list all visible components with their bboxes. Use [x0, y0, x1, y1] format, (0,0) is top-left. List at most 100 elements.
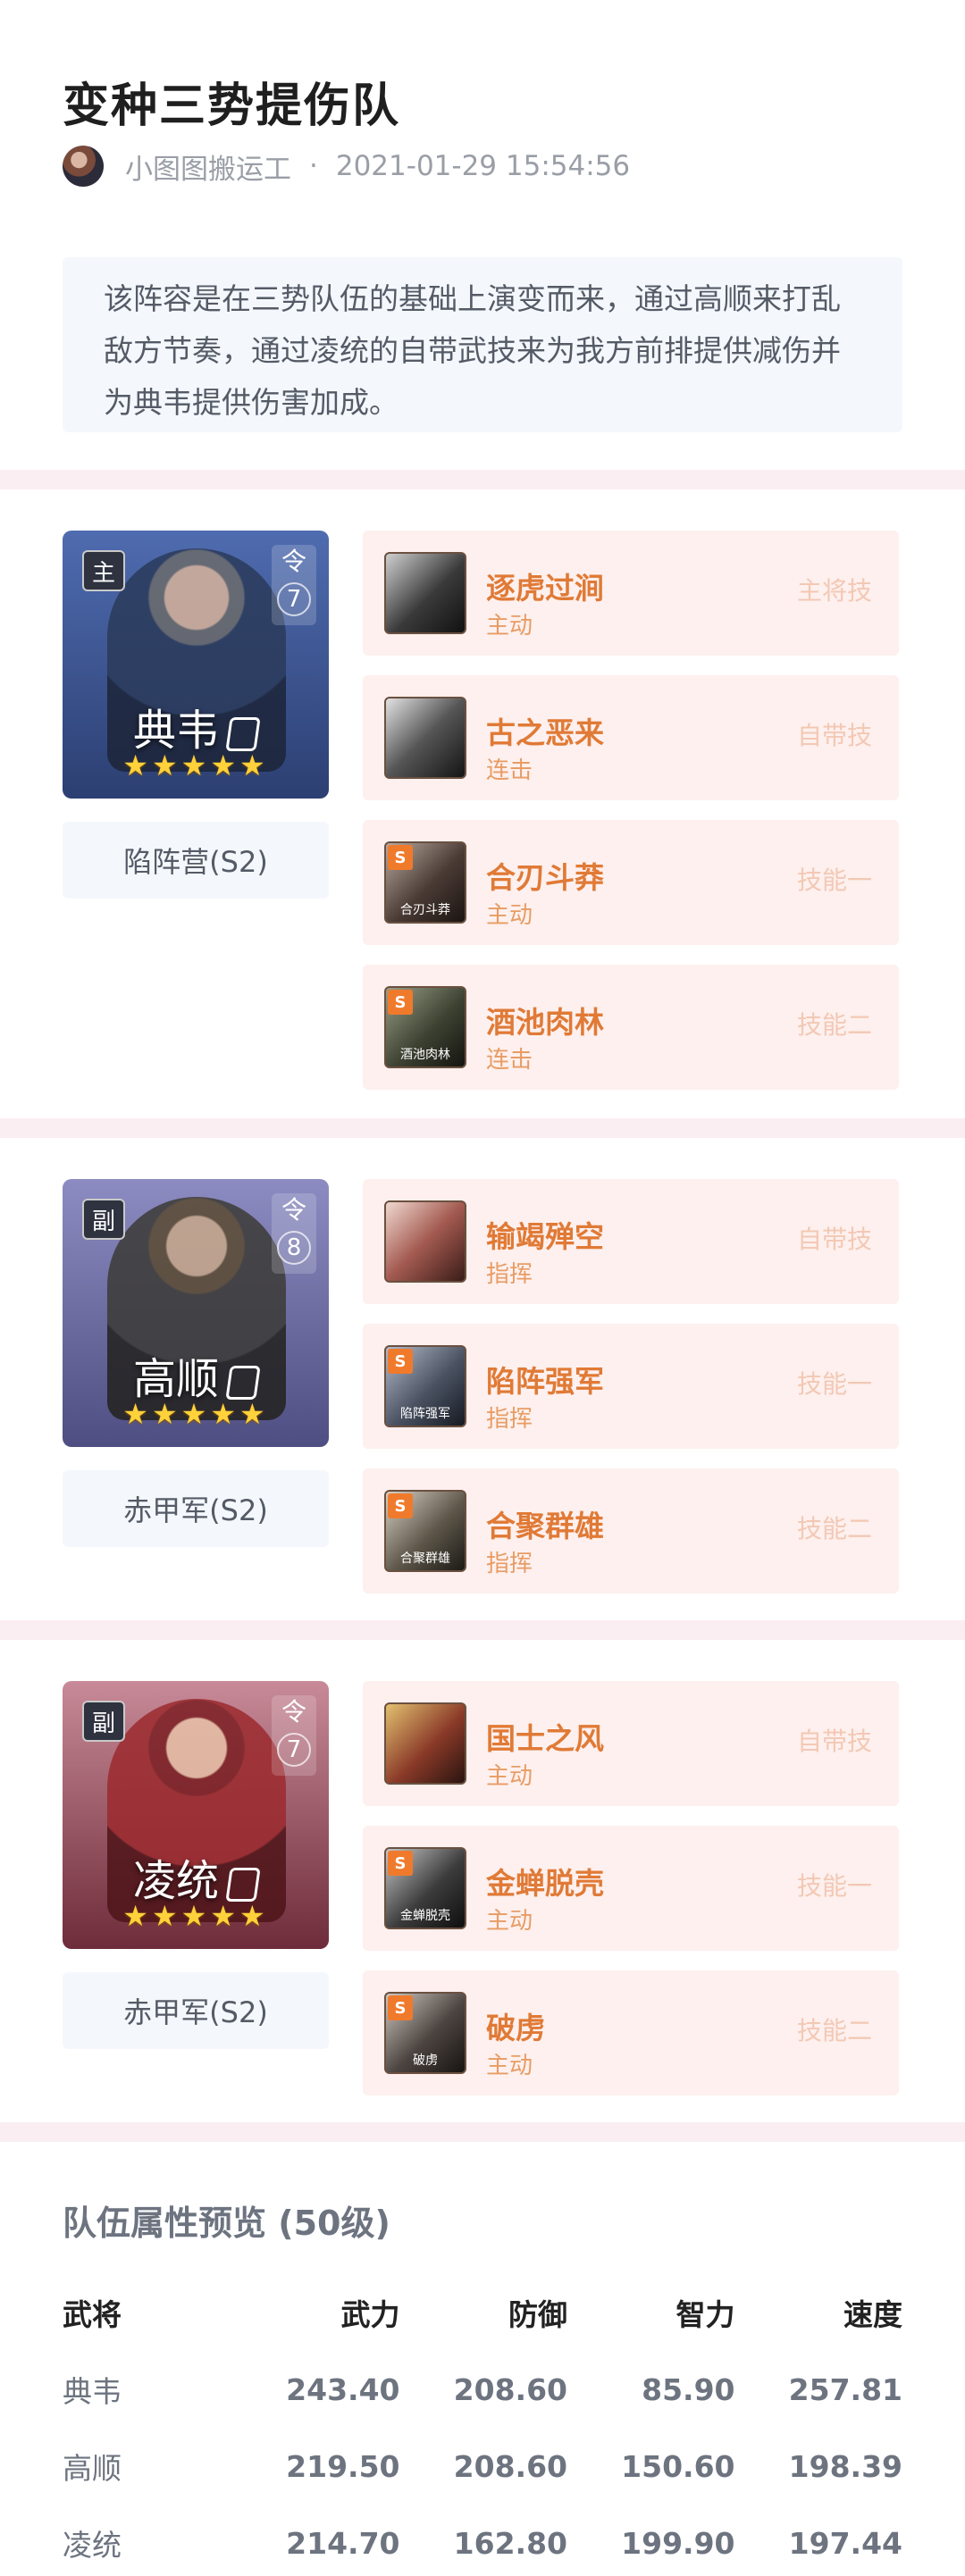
- skill-icon-caption: 酒池肉林: [400, 1048, 450, 1062]
- header-intellect: 智力: [676, 2297, 735, 2332]
- hero-card-lingtong[interactable]: 副 令7 凌统 ★★★★★: [63, 1681, 329, 1949]
- skill-type: 指挥: [486, 1406, 533, 1433]
- skill-name: 合刃斗莽: [486, 860, 604, 895]
- stat-speed: 197.44: [788, 2525, 902, 2561]
- skill-slot: 自带技: [796, 721, 872, 750]
- skill-name: 酒池肉林: [486, 1005, 604, 1040]
- command-number: 8: [277, 1231, 311, 1265]
- skill-slot: 技能一: [796, 866, 872, 895]
- stat-defense: 208.60: [453, 2448, 567, 2484]
- army-type: 陷阵营(S2): [63, 822, 329, 899]
- command-badge: 令7: [272, 1695, 316, 1776]
- kit-icon: [225, 1867, 261, 1902]
- skill-icon: [384, 1702, 466, 1785]
- skill-name: 金蝉脱壳: [486, 1866, 604, 1901]
- skill-name: 合聚群雄: [486, 1509, 604, 1543]
- skill-type: 主动: [486, 2053, 533, 2079]
- skill-icon: S 合刃斗莽: [384, 841, 466, 924]
- skill-icon-caption: 陷阵强军: [400, 1407, 450, 1421]
- skill-card[interactable]: S 合聚群雄 合聚群雄 指挥 技能二: [363, 1468, 899, 1593]
- author-name[interactable]: 小图图搬运工: [125, 146, 291, 187]
- skill-icon-caption: 金蝉脱壳: [400, 1909, 450, 1923]
- stat-speed: 198.39: [788, 2448, 902, 2484]
- stat-defense: 208.60: [453, 2371, 567, 2407]
- s-rank-badge: S: [388, 845, 413, 870]
- stat-intellect: 150.60: [621, 2448, 735, 2484]
- skill-type: 主动: [486, 902, 533, 929]
- section-divider: [0, 1118, 965, 1138]
- command-number: 7: [277, 1733, 311, 1767]
- stat-force: 214.70: [286, 2525, 400, 2561]
- stats-title: 队伍属性预览 (50级): [63, 2204, 390, 2243]
- s-rank-badge: S: [388, 990, 413, 1015]
- skill-slot: 技能一: [796, 1369, 872, 1399]
- skill-name: 国士之风: [486, 1721, 604, 1756]
- table-row: 凌统 214.70 162.80 199.90 197.44: [63, 2505, 902, 2576]
- lineup-intro: 该阵容是在三势队伍的基础上演变而来，通过高顺来打乱敌方节奏，通过凌统的自带武技来…: [63, 257, 902, 432]
- stat-defense: 162.80: [453, 2525, 567, 2561]
- skill-card[interactable]: 输竭殚空 指挥 自带技: [363, 1179, 899, 1304]
- stat-hero-name: 高顺: [63, 2451, 122, 2486]
- table-row: 高顺 219.50 208.60 150.60 198.39: [63, 2428, 902, 2505]
- skill-card[interactable]: S 合刃斗莽 合刃斗莽 主动 技能一: [363, 820, 899, 945]
- skill-type: 主动: [486, 1908, 533, 1935]
- skill-card[interactable]: S 破虏 破虏 主动 技能二: [363, 1970, 899, 2095]
- skill-name: 古之恶来: [486, 715, 604, 750]
- section-divider: [0, 1620, 965, 1640]
- skill-icon-caption: 合刃斗莽: [400, 903, 450, 917]
- star-rating: ★★★★★: [122, 749, 269, 782]
- header-hero: 武将: [63, 2297, 122, 2332]
- article-meta: 小图图搬运工 · 2021-01-29 15:54:56: [63, 143, 630, 189]
- skill-icon: S 破虏: [384, 1992, 466, 2074]
- page-title: 变种三势提伤队: [63, 79, 401, 133]
- role-badge: 副: [82, 1199, 125, 1240]
- author-avatar[interactable]: [63, 146, 104, 187]
- skill-icon: [384, 552, 466, 634]
- skill-card[interactable]: 逐虎过涧 主动 主将技: [363, 531, 899, 656]
- role-badge: 主: [82, 550, 125, 591]
- s-rank-badge: S: [388, 1995, 413, 2020]
- star-rating: ★★★★★: [122, 1397, 269, 1431]
- kit-icon: [225, 716, 261, 751]
- skill-icon: [384, 1200, 466, 1283]
- stat-intellect: 85.90: [642, 2371, 735, 2407]
- skill-card[interactable]: S 金蝉脱壳 金蝉脱壳 主动 技能一: [363, 1826, 899, 1951]
- skill-slot: 主将技: [796, 576, 872, 606]
- command-badge: 令7: [272, 545, 316, 625]
- skill-card[interactable]: 古之恶来 连击 自带技: [363, 675, 899, 800]
- skill-type: 连击: [486, 1047, 533, 1074]
- skill-name: 输竭殚空: [486, 1219, 604, 1254]
- header-speed: 速度: [843, 2297, 902, 2332]
- skill-type: 指挥: [486, 1261, 533, 1288]
- header-force: 武力: [340, 2297, 400, 2332]
- stats-header-row: 武将 武力 防御 智力 速度: [63, 2274, 902, 2351]
- command-number: 7: [277, 582, 311, 616]
- skill-slot: 技能二: [796, 1010, 872, 1040]
- s-rank-badge: S: [388, 1349, 413, 1374]
- stat-hero-name: 典韦: [63, 2374, 122, 2409]
- skill-card[interactable]: S 酒池肉林 酒池肉林 连击 技能二: [363, 965, 899, 1090]
- skill-icon: [384, 697, 466, 779]
- skill-icon-caption: 合聚群雄: [400, 1551, 450, 1566]
- stat-force: 219.50: [286, 2448, 400, 2484]
- skill-type: 主动: [486, 1763, 533, 1790]
- kit-icon: [225, 1365, 261, 1400]
- meta-separator: ·: [309, 150, 318, 182]
- stat-force: 243.40: [286, 2371, 400, 2407]
- star-rating: ★★★★★: [122, 1899, 269, 1933]
- skill-name: 逐虎过涧: [486, 571, 604, 606]
- skill-card[interactable]: S 陷阵强军 陷阵强军 指挥 技能一: [363, 1324, 899, 1449]
- hero-card-dianwei[interactable]: 主 令7 典韦 ★★★★★: [63, 531, 329, 799]
- hero-card-gaoshun[interactable]: 副 令8 高顺 ★★★★★: [63, 1179, 329, 1447]
- section-divider: [0, 2122, 965, 2142]
- skill-type: 连击: [486, 757, 533, 784]
- skill-name: 陷阵强军: [486, 1364, 604, 1399]
- section-divider: [0, 470, 965, 489]
- skill-card[interactable]: 国士之风 主动 自带技: [363, 1681, 899, 1806]
- header-defense: 防御: [508, 2297, 567, 2332]
- skill-name: 破虏: [486, 2011, 545, 2045]
- stat-speed: 257.81: [788, 2371, 902, 2407]
- table-row: 典韦 243.40 208.60 85.90 257.81: [63, 2351, 902, 2428]
- publish-datetime: 2021-01-29 15:54:56: [335, 150, 631, 182]
- stat-intellect: 199.90: [621, 2525, 735, 2561]
